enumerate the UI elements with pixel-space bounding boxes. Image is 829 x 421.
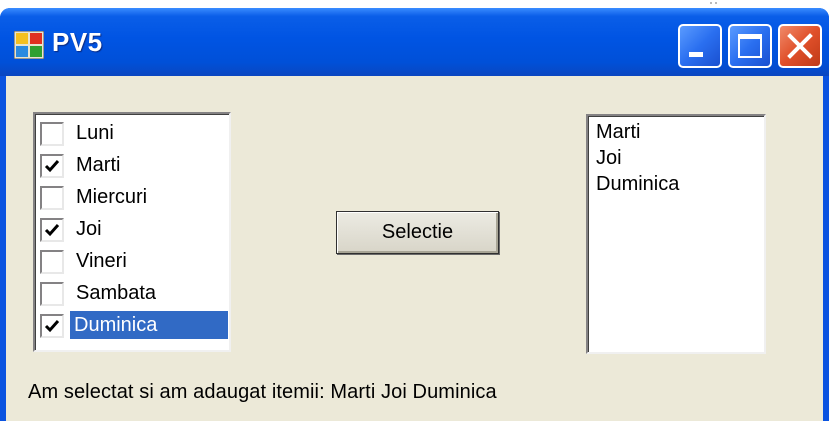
checkbox[interactable] <box>40 250 64 274</box>
list-item[interactable]: Vineri <box>38 242 228 274</box>
checkmark-icon <box>44 160 60 173</box>
list-item-label: Vineri <box>76 250 127 272</box>
list-item[interactable]: Luni <box>38 114 228 146</box>
list-item-selected[interactable]: Duminica <box>38 306 228 339</box>
list-item[interactable]: Duminica <box>596 170 679 198</box>
list-item[interactable]: Joi <box>596 144 622 172</box>
checkbox[interactable] <box>40 154 64 178</box>
days-checked-list[interactable]: Luni Marti Miercuri Joi Vineri Sambata D… <box>33 112 231 352</box>
list-item-label: Miercuri <box>76 186 148 208</box>
close-icon <box>787 33 813 59</box>
list-item-label: Marti <box>76 154 121 176</box>
status-label: Am selectat si am adaugat itemii: Marti … <box>28 381 497 403</box>
checkmark-icon <box>44 224 60 237</box>
list-item[interactable]: Marti <box>596 118 640 146</box>
checkmark-icon <box>44 320 60 333</box>
client-area: Luni Marti Miercuri Joi Vineri Sambata D… <box>6 76 823 421</box>
title-bar[interactable]: PV5 <box>0 8 829 76</box>
maximize-icon <box>738 34 762 58</box>
checkbox[interactable] <box>40 186 64 210</box>
selectie-button[interactable]: Selectie <box>336 211 499 254</box>
background-dots <box>710 2 717 4</box>
list-item-label: Luni <box>76 122 114 144</box>
maximize-button[interactable] <box>728 24 772 68</box>
checkbox[interactable] <box>40 122 64 146</box>
close-button[interactable] <box>778 24 822 68</box>
app-icon <box>14 31 44 59</box>
window-title: PV5 <box>52 27 103 57</box>
list-item[interactable]: Sambata <box>38 274 228 306</box>
minimize-icon <box>689 52 703 57</box>
minimize-button[interactable] <box>678 24 722 68</box>
checkbox[interactable] <box>40 282 64 306</box>
app-window: PV5 Luni Marti Miercuri Joi Vineri Samba… <box>0 8 829 421</box>
list-item[interactable]: Marti <box>38 146 228 178</box>
selected-days-list[interactable]: Marti Joi Duminica <box>586 114 766 354</box>
list-item-label: Joi <box>76 218 102 240</box>
list-item-label: Sambata <box>76 282 157 304</box>
list-item[interactable]: Joi <box>38 210 228 242</box>
checkbox[interactable] <box>40 218 64 242</box>
list-item-label: Duminica <box>70 311 228 339</box>
checkbox[interactable] <box>40 314 64 338</box>
list-item[interactable]: Miercuri <box>38 178 228 210</box>
